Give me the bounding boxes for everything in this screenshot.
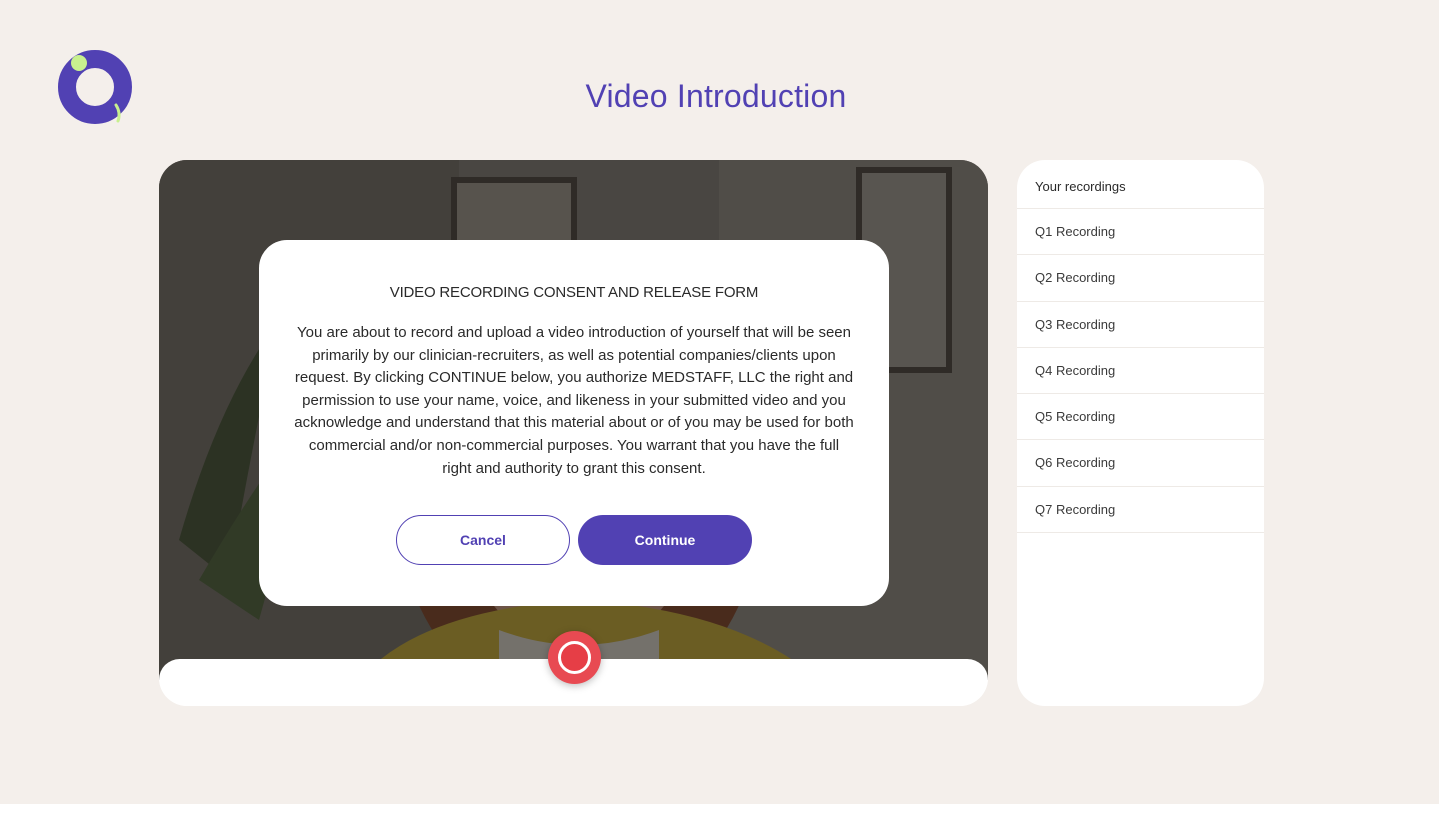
dialog-title: VIDEO RECORDING CONSENT AND RELEASE FORM xyxy=(389,284,759,301)
recording-item-q4[interactable]: Q4 Recording xyxy=(1017,348,1264,395)
record-icon xyxy=(558,641,591,674)
recording-item-q3[interactable]: Q3 Recording xyxy=(1017,302,1264,348)
record-button[interactable] xyxy=(548,631,601,684)
recording-item-q5[interactable]: Q5 Recording xyxy=(1017,394,1264,441)
recording-item-q6[interactable]: Q6 Recording xyxy=(1017,440,1264,487)
continue-button[interactable]: Continue xyxy=(578,515,752,565)
cancel-button[interactable]: Cancel xyxy=(396,515,570,565)
recording-item-q7[interactable]: Q7 Recording xyxy=(1017,487,1264,534)
consent-dialog: VIDEO RECORDING CONSENT AND RELEASE FORM… xyxy=(259,240,889,606)
sidebar-header: Your recordings xyxy=(1017,160,1264,209)
page-title: Video Introduction xyxy=(585,78,847,114)
recording-item-q1[interactable]: Q1 Recording xyxy=(1017,209,1264,256)
dialog-body-text: You are about to record and upload a vid… xyxy=(294,324,854,477)
recording-item-q2[interactable]: Q2 Recording xyxy=(1017,255,1264,302)
recordings-sidebar: Your recordings Q1 Recording Q2 Recordin… xyxy=(1017,160,1264,706)
